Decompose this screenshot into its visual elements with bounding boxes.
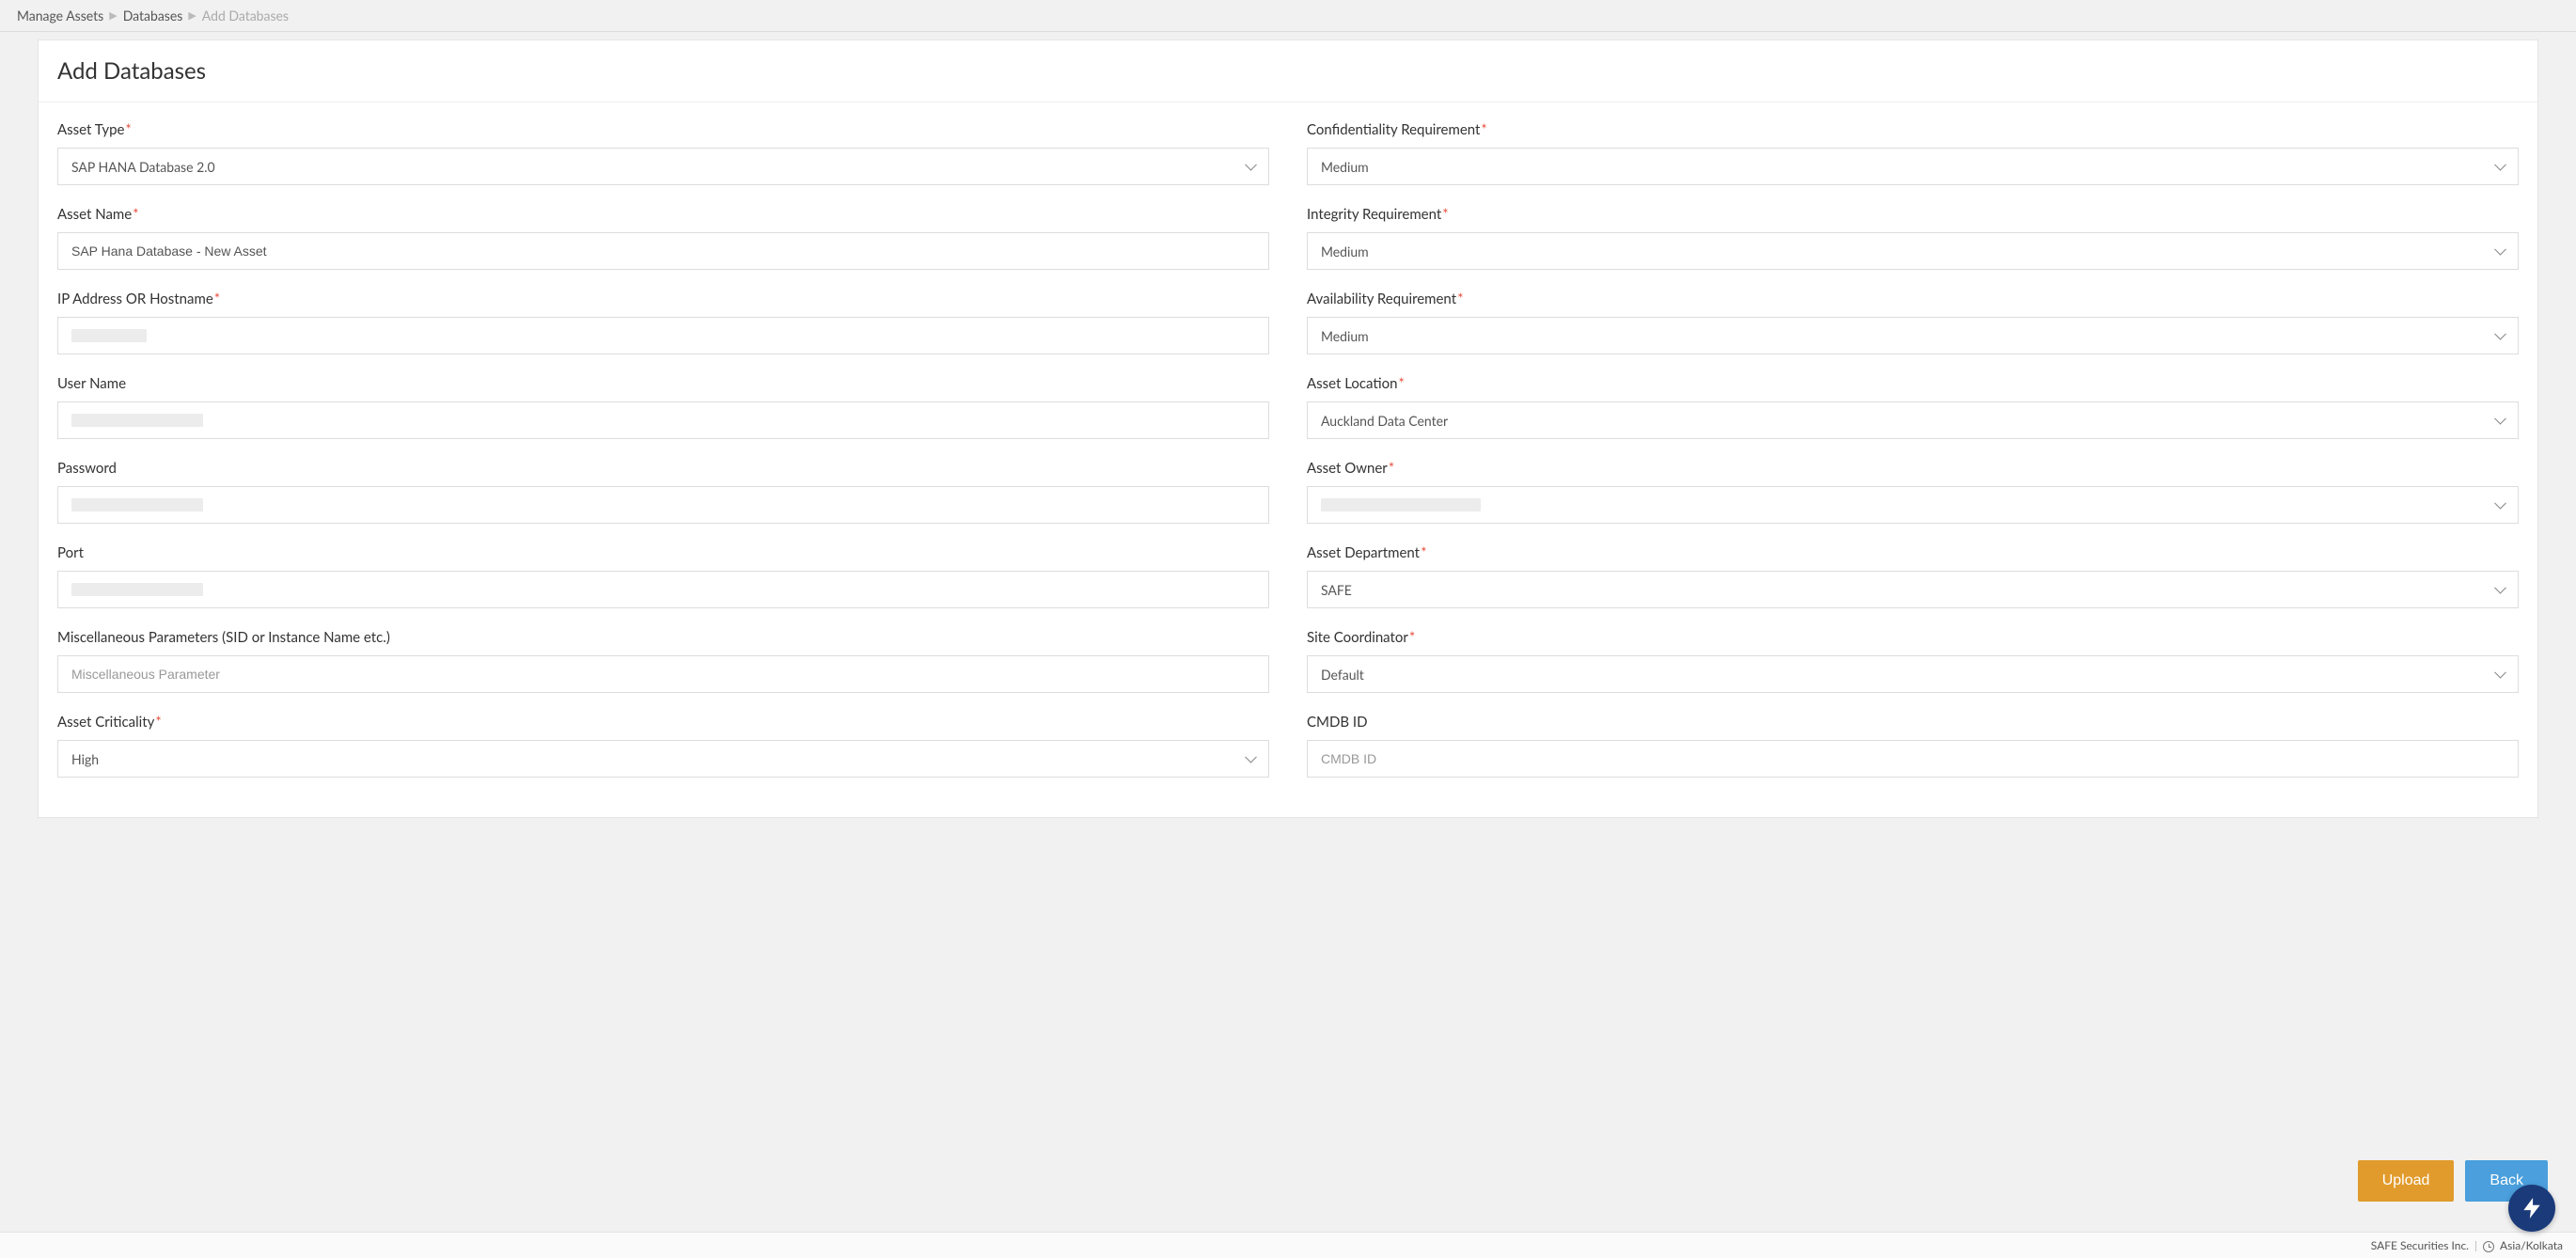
site-coord-label: Site Coordinator* xyxy=(1307,629,2519,646)
breadcrumb-item[interactable]: Manage Assets xyxy=(17,8,103,24)
cmdb-id-label: CMDB ID xyxy=(1307,714,2519,731)
confidentiality-select[interactable]: Medium xyxy=(1307,148,2519,185)
department-select[interactable]: SAFE xyxy=(1307,571,2519,608)
separator: | xyxy=(2474,1238,2477,1252)
availability-value: Medium xyxy=(1321,328,1369,344)
footer: SAFE Securities Inc. | Asia/Kolkata xyxy=(0,1232,2576,1258)
redacted-value xyxy=(71,414,203,427)
availability-select[interactable]: Medium xyxy=(1307,317,2519,354)
form-column-right: Confidentiality Requirement* Medium Inte… xyxy=(1307,121,2519,798)
asset-name-input[interactable] xyxy=(71,233,1255,269)
confidentiality-value: Medium xyxy=(1321,159,1369,175)
chevron-right-icon: ▶ xyxy=(188,9,196,22)
misc-label: Miscellaneous Parameters (SID or Instanc… xyxy=(57,629,1269,646)
integrity-select[interactable]: Medium xyxy=(1307,232,2519,270)
site-coord-select[interactable]: Default xyxy=(1307,655,2519,693)
breadcrumb-item[interactable]: Databases xyxy=(123,8,183,24)
redacted-value xyxy=(71,498,203,511)
password-input[interactable] xyxy=(57,486,1269,524)
department-label: Asset Department* xyxy=(1307,544,2519,561)
page-title: Add Databases xyxy=(57,57,2519,85)
asset-name-input-wrap xyxy=(57,232,1269,270)
location-label: Asset Location* xyxy=(1307,375,2519,392)
asset-type-value: SAP HANA Database 2.0 xyxy=(71,159,215,175)
breadcrumb-current: Add Databases xyxy=(202,8,289,24)
misc-input[interactable] xyxy=(71,656,1255,692)
ip-host-input[interactable] xyxy=(57,317,1269,354)
asset-name-label: Asset Name* xyxy=(57,206,1269,223)
asset-type-select[interactable]: SAP HANA Database 2.0 xyxy=(57,148,1269,185)
form-column-left: Asset Type* SAP HANA Database 2.0 Asset … xyxy=(57,121,1269,798)
availability-label: Availability Requirement* xyxy=(1307,291,2519,307)
footer-company: SAFE Securities Inc. xyxy=(2371,1238,2469,1252)
form-card: Add Databases Asset Type* SAP HANA Datab… xyxy=(38,39,2538,818)
owner-label: Asset Owner* xyxy=(1307,460,2519,477)
breadcrumb: Manage Assets ▶ Databases ▶ Add Database… xyxy=(0,0,2576,32)
misc-input-wrap xyxy=(57,655,1269,693)
criticality-select[interactable]: High xyxy=(57,740,1269,778)
chevron-right-icon: ▶ xyxy=(109,9,117,22)
redacted-value xyxy=(71,329,147,342)
clock-icon xyxy=(2483,1241,2494,1252)
port-input[interactable] xyxy=(57,571,1269,608)
help-fab[interactable] xyxy=(2508,1185,2555,1232)
integrity-label: Integrity Requirement* xyxy=(1307,206,2519,223)
redacted-value xyxy=(1321,498,1481,511)
criticality-label: Asset Criticality* xyxy=(57,714,1269,731)
ip-host-label: IP Address OR Hostname* xyxy=(57,291,1269,307)
redacted-value xyxy=(71,583,203,596)
site-coord-value: Default xyxy=(1321,667,1364,683)
location-select[interactable]: Auckland Data Center xyxy=(1307,401,2519,439)
confidentiality-label: Confidentiality Requirement* xyxy=(1307,121,2519,138)
integrity-value: Medium xyxy=(1321,244,1369,259)
location-value: Auckland Data Center xyxy=(1321,413,1448,429)
department-value: SAFE xyxy=(1321,582,1352,598)
upload-button[interactable]: Upload xyxy=(2358,1160,2455,1202)
cmdb-id-input[interactable] xyxy=(1321,741,2505,777)
password-label: Password xyxy=(57,460,1269,477)
criticality-value: High xyxy=(71,751,99,767)
user-name-label: User Name xyxy=(57,375,1269,392)
owner-select[interactable] xyxy=(1307,486,2519,524)
bolt-icon xyxy=(2520,1196,2544,1220)
cmdb-id-input-wrap xyxy=(1307,740,2519,778)
asset-type-label: Asset Type* xyxy=(57,121,1269,138)
footer-timezone: Asia/Kolkata xyxy=(2500,1238,2563,1252)
user-name-input[interactable] xyxy=(57,401,1269,439)
port-label: Port xyxy=(57,544,1269,561)
